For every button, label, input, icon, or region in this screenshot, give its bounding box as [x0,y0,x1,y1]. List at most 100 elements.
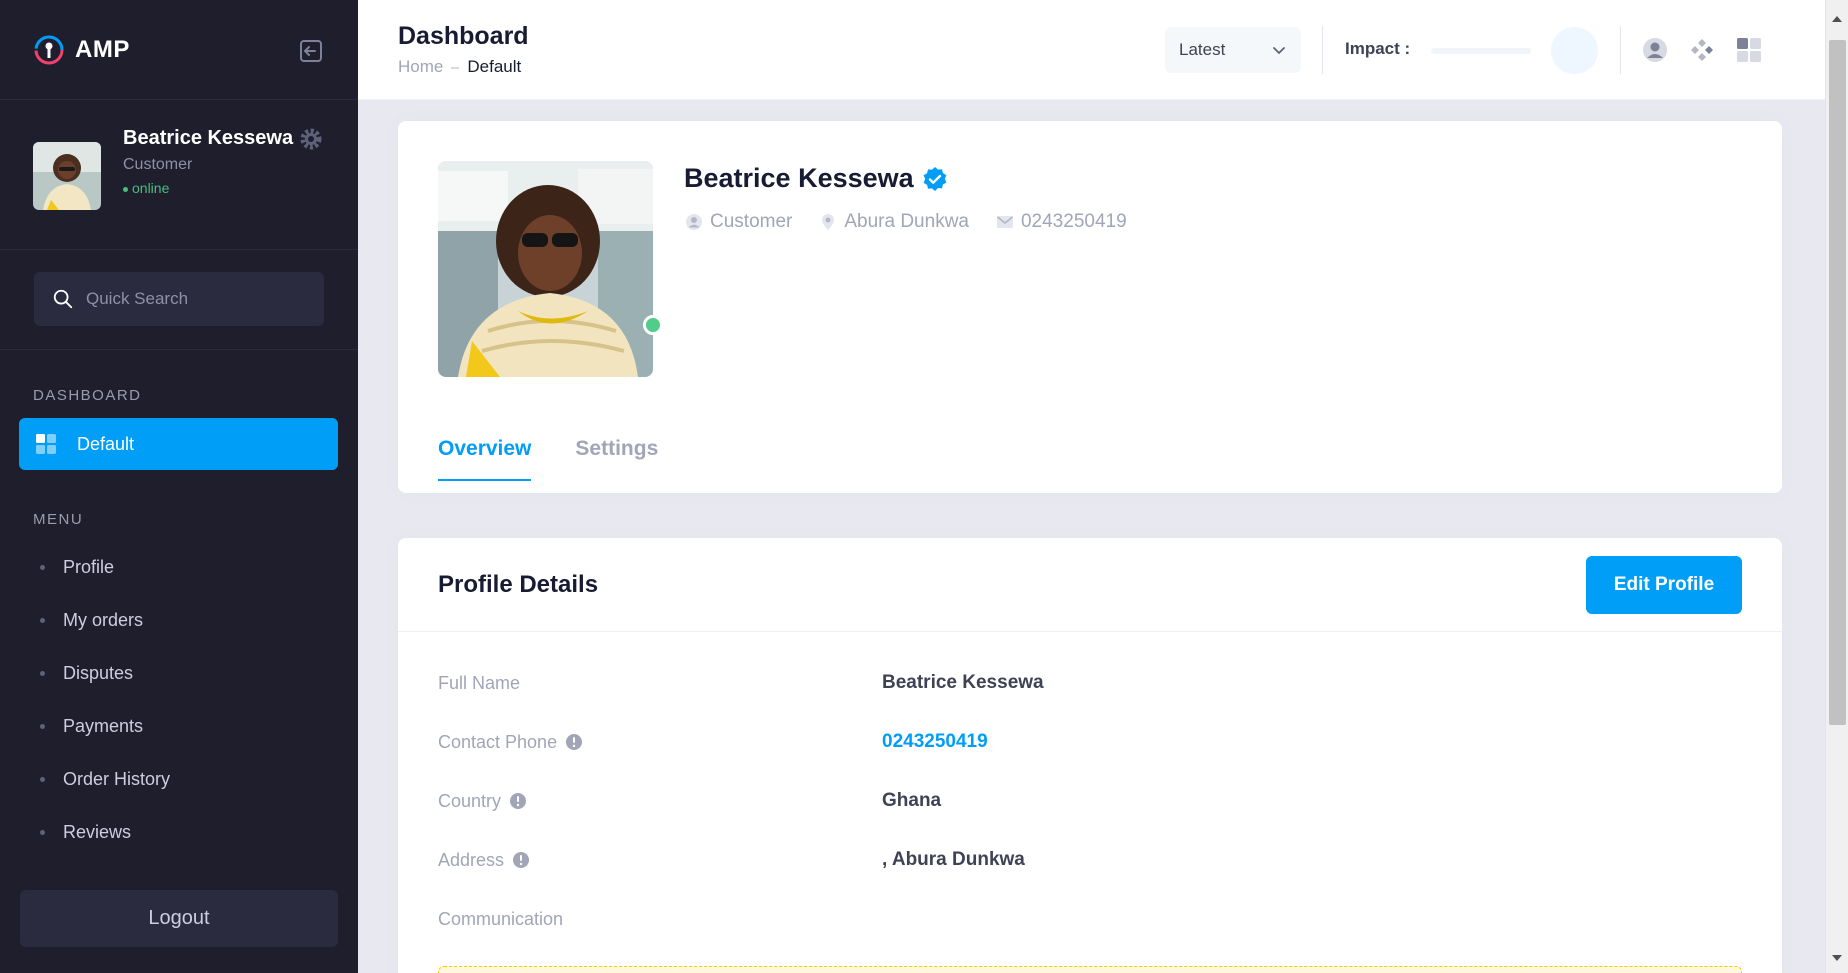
detail-label: Country [438,791,882,812]
detail-label-text: Full Name [438,672,521,693]
filter-select[interactable]: Latest [1165,27,1301,73]
sidebar-user: Beatrice Kessewa Customer online [0,100,358,250]
scroll-up-icon[interactable] [1832,16,1842,22]
page-title: Dashboard [398,22,529,50]
sidebar: AMP Beatrice Kessewa Customer online Qui… [0,0,358,973]
envelope-icon [996,216,1013,228]
sidebar-item-label: Reviews [63,822,132,842]
chevron-down-icon [1273,47,1285,55]
sidebar-item-label: Payments [63,716,144,736]
bullet-icon [40,671,45,676]
impact-indicator [1551,27,1598,74]
detail-row-communication: Communication [438,904,1738,934]
impact-progress-bar [1431,48,1531,54]
profile-name: Beatrice Kessewa [684,163,914,193]
search-wrap [0,250,358,350]
detail-label: Full Name [438,673,882,694]
user-icon[interactable] [1641,36,1669,64]
user-role: Customer [123,156,193,173]
detail-label-text: Country [438,790,502,811]
header-divider [1322,26,1323,74]
search-input[interactable] [86,289,306,309]
sidebar-item-disputes[interactable]: Disputes [0,647,358,700]
section-label-dashboard: DASHBOARD [33,387,142,404]
bullet-icon [40,777,45,782]
impact-label: Impact : [1345,39,1411,58]
user-circle-icon [686,214,702,230]
detail-row-contact-phone: Contact Phone 0243250419 [438,727,1738,757]
sidebar-item-profile[interactable]: Profile [0,541,358,594]
detail-label: Communication [438,909,882,930]
profile-role-text: Customer [710,211,793,232]
bullet-icon [40,618,45,623]
layout-grid-icon[interactable] [1735,36,1763,64]
sidebar-menu: Profile My orders Disputes Payments Orde… [0,541,358,859]
bullet-icon [40,830,45,835]
detail-label: Contact Phone [438,732,882,753]
logout-button[interactable]: Logout [20,890,338,947]
detail-label-text: Address [438,849,505,870]
location-pin-icon [822,214,835,230]
scrollbar-thumb[interactable] [1829,40,1846,725]
detail-row-address: Address , Abura Dunkwa [438,845,1738,875]
search-icon [53,289,73,309]
sidebar-item-label: My orders [63,610,144,630]
profile-details-card: Profile Details Edit Profile Full Name B… [398,538,1782,973]
collapse-sidebar-icon[interactable] [298,38,324,64]
profile-meta: Customer Abura Dunkwa 0243250419 [684,211,1153,233]
gear-icon[interactable] [298,126,324,152]
breadcrumb: Home Default [398,57,521,77]
filter-select-value: Latest [1179,40,1226,59]
profile-phone: 0243250419 [995,211,1127,233]
breadcrumb-home[interactable]: Home [398,57,443,76]
verified-badge-icon [923,166,947,191]
notice-banner [438,966,1742,973]
bullet-icon [40,565,45,570]
profile-phone-text: 0243250419 [1020,211,1127,232]
sidebar-item-my-orders[interactable]: My orders [0,594,358,647]
user-name: Beatrice Kessewa [123,127,294,149]
tab-overview[interactable]: Overview [438,437,532,481]
detail-value: , Abura Dunkwa [882,849,1025,870]
profile-location: Abura Dunkwa [818,211,969,233]
detail-label-text: Communication [438,908,564,929]
sidebar-item-order-history[interactable]: Order History [0,753,358,806]
page-scrollbar[interactable] [1825,0,1848,973]
sidebar-item-default[interactable]: Default [19,418,338,470]
search-box[interactable] [34,272,324,326]
app-name: AMP [75,35,130,63]
logo-row: AMP [0,0,358,100]
edit-profile-button[interactable]: Edit Profile [1586,555,1742,614]
info-icon[interactable] [509,792,527,810]
bullet-icon [40,724,45,729]
detail-value-phone-link[interactable]: 0243250419 [882,731,988,753]
sidebar-item-label: Order History [63,769,171,789]
section-label-menu: MENU [33,511,84,528]
sidebar-item-payments[interactable]: Payments [0,700,358,753]
info-icon[interactable] [565,733,583,751]
avatar[interactable] [33,142,101,210]
detail-value: Beatrice Kessewa [882,672,1044,693]
profile-role: Customer [684,211,792,233]
sidebar-item-label: Disputes [63,663,134,683]
top-header: Dashboard Home Default Latest Impact : [358,0,1825,100]
detail-row-full-name: Full Name Beatrice Kessewa [438,668,1738,698]
app-logo-icon [34,35,64,64]
detail-value: Ghana [882,790,942,811]
detail-row-country: Country Ghana [438,786,1738,816]
profile-name-row: Beatrice Kessewa [684,163,948,194]
apps-icon[interactable] [1688,36,1716,64]
sidebar-item-reviews[interactable]: Reviews [0,806,358,859]
scroll-down-icon[interactable] [1832,955,1842,961]
dashboard-grid-icon [36,434,56,454]
profile-details-title: Profile Details [438,570,599,598]
info-icon[interactable] [512,851,530,869]
profile-photo [438,161,653,377]
tab-settings[interactable]: Settings [575,437,658,481]
sidebar-item-default-label: Default [77,433,135,454]
user-status: online [123,180,303,196]
profile-card: Beatrice Kessewa Customer Abura Dunkwa 0… [398,121,1782,493]
breadcrumb-separator [451,66,460,69]
online-status-dot [643,315,663,335]
header-divider [1620,26,1621,74]
